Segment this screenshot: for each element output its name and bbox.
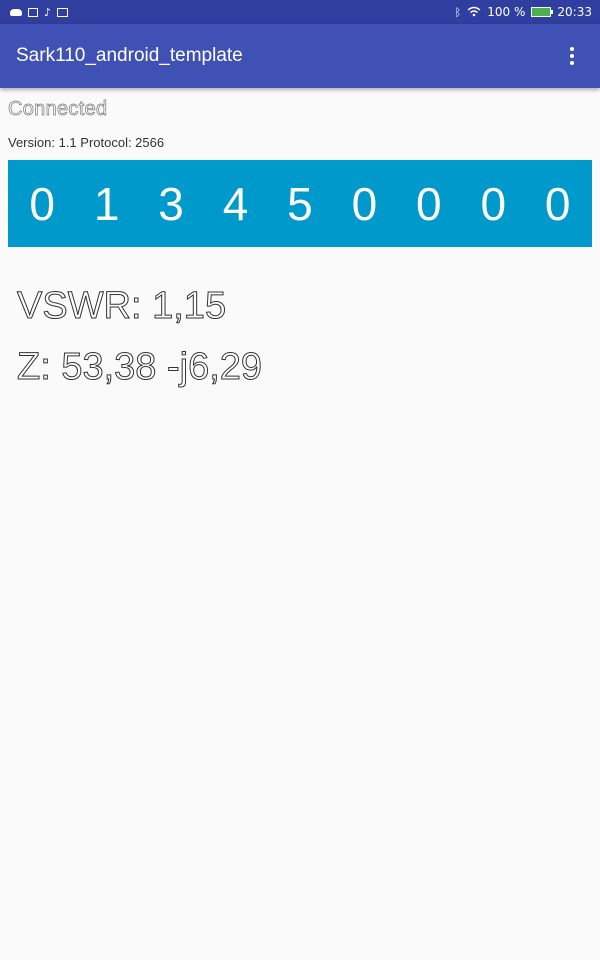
- status-bar: ♪ ᛒ 100 % 20:33: [0, 0, 600, 24]
- grid-icon: [28, 7, 38, 17]
- overflow-dot: [570, 54, 574, 58]
- frequency-digit[interactable]: 1: [79, 177, 135, 231]
- frequency-digit[interactable]: 4: [208, 177, 264, 231]
- frequency-digit[interactable]: 0: [465, 177, 521, 231]
- status-bar-notifications: ♪: [10, 5, 69, 19]
- frequency-display: 0 1 3 4 5 0 0 0 0: [8, 160, 592, 247]
- music-note-icon: ♪: [44, 5, 52, 19]
- app-title: Sark110_android_template: [16, 45, 243, 66]
- clock: 20:33: [557, 5, 592, 19]
- mail-icon: [57, 7, 69, 17]
- battery-icon: [531, 7, 554, 17]
- app-bar: Sark110_android_template: [0, 24, 600, 88]
- frequency-digit[interactable]: 0: [530, 177, 586, 231]
- bluetooth-icon: ᛒ: [454, 5, 462, 19]
- frequency-digit[interactable]: 0: [336, 177, 392, 231]
- frequency-digit[interactable]: 0: [401, 177, 457, 231]
- connection-status: Connected: [8, 98, 108, 121]
- overflow-dot: [570, 47, 574, 51]
- wifi-icon: [467, 6, 481, 19]
- battery-percent: 100 %: [487, 5, 526, 19]
- vswr-readout: VSWR: 1,15: [16, 285, 227, 328]
- status-bar-system: ᛒ 100 % 20:33: [455, 5, 592, 19]
- impedance-readout: Z: 53,38 -j6,29: [16, 346, 263, 389]
- frequency-digit[interactable]: 5: [272, 177, 328, 231]
- frequency-digit[interactable]: 3: [143, 177, 199, 231]
- cloud-icon: [10, 8, 22, 16]
- frequency-digit[interactable]: 0: [14, 177, 70, 231]
- more-vert-icon[interactable]: [560, 44, 584, 68]
- version-info: Version: 1.1 Protocol: 2566: [8, 135, 165, 150]
- overflow-dot: [570, 61, 574, 65]
